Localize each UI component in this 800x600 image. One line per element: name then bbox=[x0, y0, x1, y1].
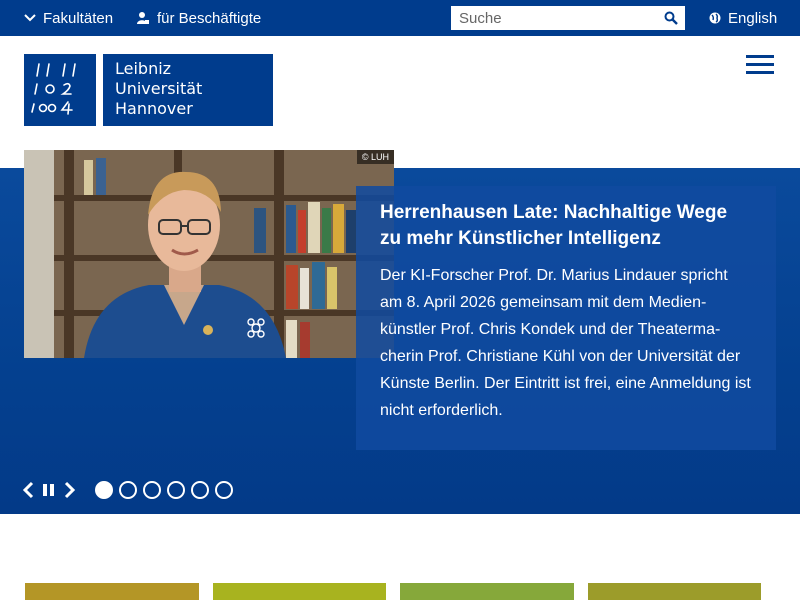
staff-link[interactable]: für Beschäftigte bbox=[136, 0, 261, 36]
hero-photo: © LUH bbox=[24, 150, 394, 358]
slide-dot[interactable] bbox=[215, 481, 233, 499]
chevron-right-icon[interactable] bbox=[62, 480, 78, 500]
search-input[interactable] bbox=[452, 7, 652, 29]
logo-numerals-icon bbox=[31, 63, 76, 115]
top-bar: Fakultäten für Beschäftigte English bbox=[0, 0, 800, 36]
globe-icon bbox=[709, 12, 721, 24]
logo-line-1: Leibniz bbox=[115, 59, 172, 78]
pause-icon[interactable] bbox=[41, 480, 57, 500]
slide-dot[interactable] bbox=[119, 481, 137, 499]
slider-controls bbox=[20, 480, 239, 500]
slide-dot[interactable] bbox=[167, 481, 185, 499]
staff-label: für Beschäftigte bbox=[157, 9, 262, 27]
chevron-left-icon[interactable] bbox=[20, 480, 36, 500]
slide-indicators bbox=[95, 481, 239, 499]
language-label: English bbox=[728, 9, 778, 27]
hamburger-bar bbox=[746, 55, 774, 58]
quicklink-tile[interactable] bbox=[25, 583, 199, 600]
search-icon[interactable] bbox=[664, 11, 678, 25]
quicklink-tile[interactable] bbox=[212, 583, 386, 600]
hamburger-icon[interactable] bbox=[746, 55, 774, 75]
search-box bbox=[451, 6, 685, 30]
slide-dot[interactable] bbox=[191, 481, 209, 499]
portrait-image bbox=[24, 150, 394, 358]
quicklink-tiles bbox=[25, 583, 775, 600]
faculties-label: Fakultäten bbox=[43, 9, 114, 27]
quicklink-tile[interactable] bbox=[400, 583, 574, 600]
chevron-down-icon bbox=[24, 14, 36, 22]
logo-wordmark: Leibniz Universität Hannover bbox=[103, 54, 273, 126]
hero-text: Der KI-Forscher Prof. Dr. Marius Lindaue… bbox=[380, 267, 751, 419]
logo-divider bbox=[96, 54, 103, 126]
language-switch[interactable]: English bbox=[709, 0, 777, 36]
logo-line-2: Universität bbox=[115, 79, 203, 98]
hamburger-bar bbox=[746, 63, 774, 66]
hero-title[interactable]: Herrenhausen Late: Nachhaltige Wege zu m… bbox=[380, 200, 752, 252]
slide-dot[interactable] bbox=[143, 481, 161, 499]
logo-line-3: Hannover bbox=[115, 99, 193, 118]
hamburger-bar bbox=[746, 71, 774, 74]
quicklink-tile[interactable] bbox=[587, 583, 761, 600]
logo-mark bbox=[24, 54, 96, 126]
slide-dot[interactable] bbox=[95, 481, 113, 499]
university-logo[interactable]: Leibniz Universität Hannover bbox=[24, 54, 273, 126]
hero-teaser[interactable]: Herrenhausen Late: Nachhaltige Wege zu m… bbox=[356, 186, 776, 450]
photo-credit: © LUH bbox=[356, 150, 394, 164]
faculties-menu[interactable]: Fakultäten bbox=[24, 0, 113, 36]
person-icon bbox=[137, 12, 149, 24]
